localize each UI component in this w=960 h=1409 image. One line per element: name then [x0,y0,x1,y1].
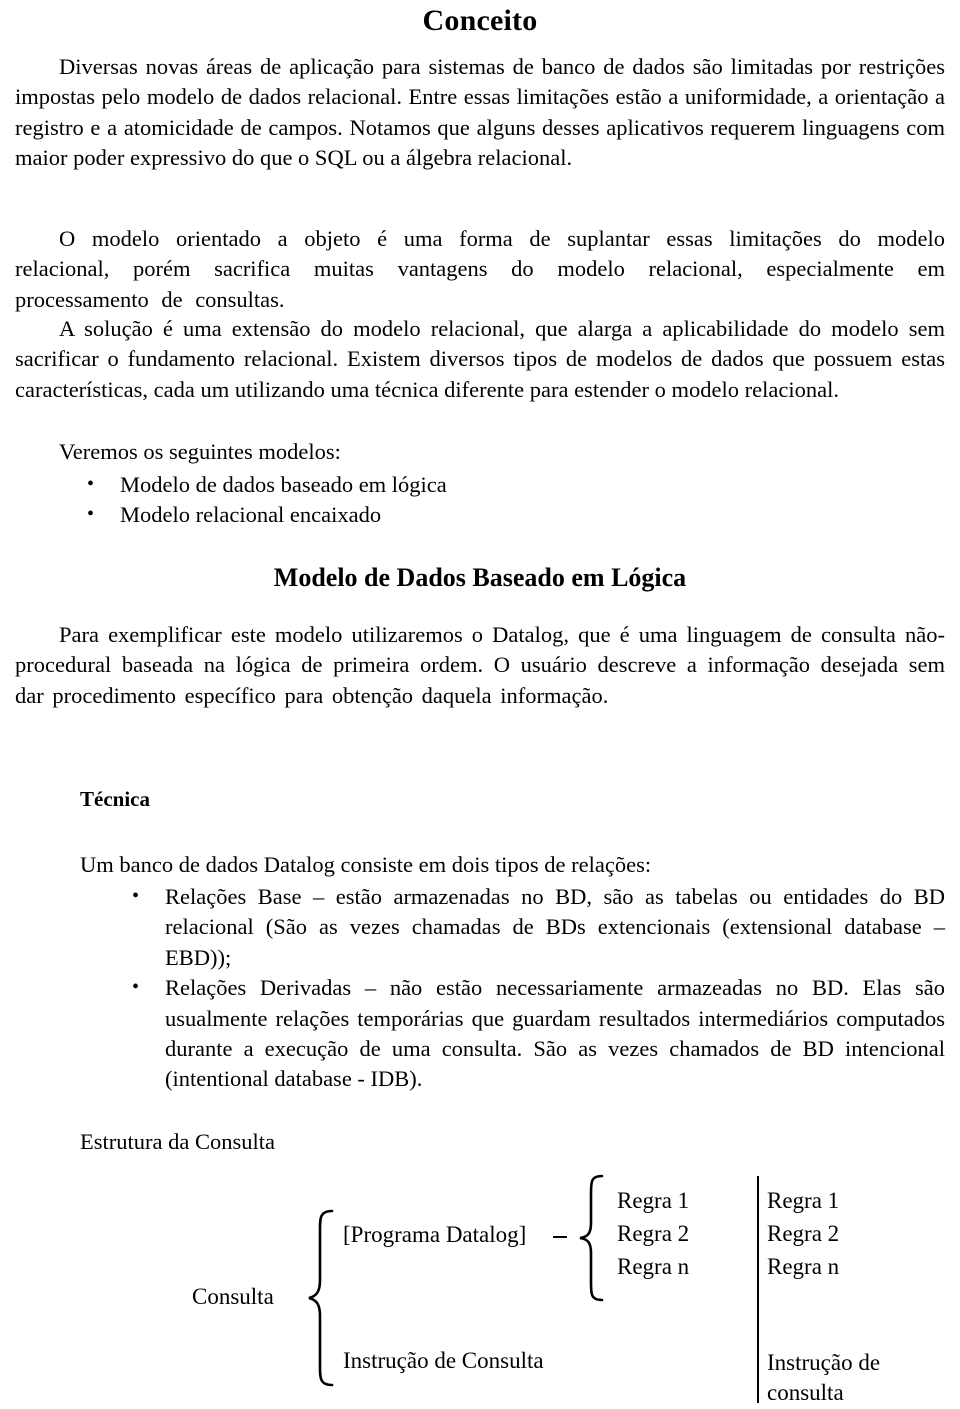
diagram-right-statement-line1: Instrução de [767,1350,881,1375]
page-title: Conceito [422,4,538,37]
diagram-connector-line [553,1236,567,1238]
diagram-query-statement-label: Instrução de Consulta [343,1348,544,1373]
paragraph-models-intro: Veremos os seguintes modelos: [59,439,341,464]
diagram-program-label: [Programa Datalog] [343,1222,527,1247]
diagram-right-statement-line2: consulta [767,1380,844,1405]
paragraph-intro: Diversas novas áreas de aplicação para s… [15,54,945,171]
models-list: Modelo de dados baseado em lógica Modelo… [15,469,945,531]
paragraph-datalog: Para exemplificar este modelo utilizarem… [15,622,945,708]
inner-brace-icon [579,1174,604,1302]
diagram-caption: Estrutura da Consulta [80,1129,275,1154]
diagram-right-rule: Regra 2 [767,1221,840,1246]
document-page: Conceito Diversas novas áreas de aplicaç… [0,0,960,1405]
diagram-root-label: Consulta [192,1284,274,1309]
sub-heading-technique: Técnica [80,787,150,811]
list-item: Relações Derivadas – não estão necessari… [60,972,945,1095]
paragraph-technique-intro: Um banco de dados Datalog consiste em do… [80,852,652,877]
paragraph-solution: A solução é uma extensão do modelo relac… [15,316,945,402]
diagram-rule: Regra 1 [617,1188,690,1213]
section-heading-logic-model: Modelo de Dados Baseado em Lógica [273,563,687,592]
list-item: Modelo de dados baseado em lógica [15,469,945,500]
query-structure-diagram: Consulta [Programa Datalog] Regra 1 Regr… [0,1160,960,1405]
list-item: Relações Base – estão armazenadas no BD,… [60,881,945,973]
outer-brace-icon [308,1209,334,1387]
list-item: Modelo relacional encaixado [15,499,945,530]
relations-list: Relações Base – estão armazenadas no BD,… [60,881,945,1095]
diagram-rule: Regra n [617,1254,690,1279]
diagram-right-rule: Regra n [767,1254,840,1279]
diagram-vertical-divider [757,1176,759,1403]
paragraph-object-model: O modelo orientado a objeto é uma forma … [15,226,945,312]
diagram-rule: Regra 2 [617,1221,690,1246]
diagram-right-rule: Regra 1 [767,1188,840,1213]
